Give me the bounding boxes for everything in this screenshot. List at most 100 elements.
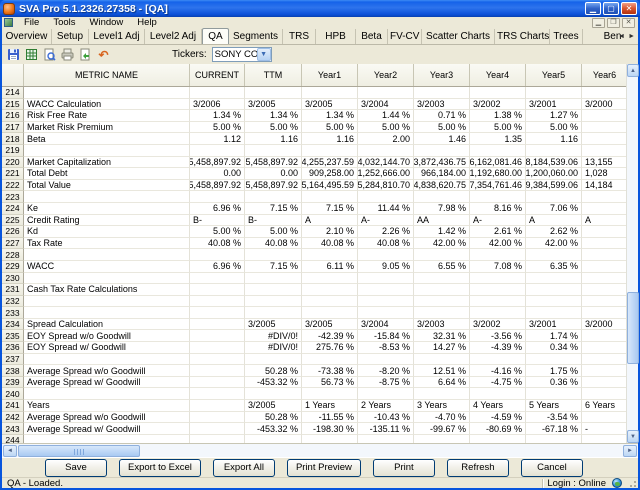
grid-cell[interactable]: 5.00 %	[470, 122, 526, 134]
grid-cell[interactable]: A-	[358, 215, 414, 227]
grid-cell[interactable]: 1.16	[526, 133, 582, 145]
grid-cell[interactable]	[245, 273, 302, 285]
grid-cell[interactable]: 1.34 %	[190, 110, 245, 122]
grid-cell[interactable]: 1.74 %	[526, 330, 582, 342]
grid-cell[interactable]: 42.00 %	[414, 238, 470, 250]
grid-cell[interactable]: -4.39 %	[470, 342, 526, 354]
metric-name-cell[interactable]: Spread Calculation	[24, 319, 190, 331]
grid-cell[interactable]: -42.39 %	[302, 330, 358, 342]
grid-cell[interactable]	[582, 133, 628, 145]
grid-cell[interactable]	[470, 307, 526, 319]
grid-cell[interactable]	[302, 87, 358, 99]
grid-cell[interactable]	[302, 145, 358, 157]
title-bar[interactable]: SVA Pro 5.1.2326.27358 - [QA] ▁ ▢ ✕	[0, 0, 640, 17]
metric-name-cell[interactable]	[24, 388, 190, 400]
metric-name-cell[interactable]: WACC	[24, 261, 190, 273]
grid-cell[interactable]	[582, 284, 628, 296]
grid-cell[interactable]: -15.84 %	[358, 330, 414, 342]
grid-cell[interactable]: 14.27 %	[414, 342, 470, 354]
horizontal-scrollbar[interactable]: ◄ ►	[2, 443, 638, 457]
grid-cell[interactable]	[302, 249, 358, 261]
grid-cell[interactable]: 5.00 %	[245, 226, 302, 238]
grid-cell[interactable]	[414, 273, 470, 285]
grid-cell[interactable]: 6 Years	[582, 400, 628, 412]
row-number[interactable]: 227	[2, 238, 24, 250]
column-header-year3[interactable]: Year3	[414, 64, 470, 86]
grid-cell[interactable]: 40.08 %	[302, 238, 358, 250]
mdi-restore-button[interactable]: ❐	[607, 18, 620, 28]
tab-trs-charts[interactable]: TRS Charts	[495, 29, 550, 44]
column-header-year6[interactable]: Year6	[582, 64, 628, 86]
row-number[interactable]: 231	[2, 284, 24, 296]
grid-cell[interactable]: -4.59 %	[470, 412, 526, 424]
grid-cell[interactable]	[190, 191, 245, 203]
column-header-year2[interactable]: Year2	[358, 64, 414, 86]
grid-cell[interactable]: -4.16 %	[470, 365, 526, 377]
grid-cell[interactable]	[190, 273, 245, 285]
grid-cell[interactable]	[582, 354, 628, 366]
metric-name-cell[interactable]: EOY Spread w/ Goodwill	[24, 342, 190, 354]
row-number[interactable]: 224	[2, 203, 24, 215]
grid-cell[interactable]: 1.42 %	[414, 226, 470, 238]
grid-cell[interactable]: 32.31 %	[414, 330, 470, 342]
grid-cell[interactable]: -135.11 %	[358, 423, 414, 435]
grid-cell[interactable]	[414, 354, 470, 366]
grid-cell[interactable]: B-	[190, 215, 245, 227]
grid-cell[interactable]	[190, 435, 245, 443]
metric-name-cell[interactable]: Years	[24, 400, 190, 412]
minimize-button[interactable]: ▁	[585, 2, 601, 15]
grid-cell[interactable]: 9,384,599.06	[526, 180, 582, 192]
grid-cell[interactable]	[190, 365, 245, 377]
grid-cell[interactable]	[526, 435, 582, 443]
column-header-year5[interactable]: Year5	[526, 64, 582, 86]
tab-hpb[interactable]: HPB	[316, 29, 356, 44]
grid-cell[interactable]: 40.08 %	[245, 238, 302, 250]
metric-name-cell[interactable]: Risk Free Rate	[24, 110, 190, 122]
grid-cell[interactable]	[470, 191, 526, 203]
grid-cell[interactable]	[414, 307, 470, 319]
grid-cell[interactable]: 3/2000	[582, 319, 628, 331]
grid-cell[interactable]: -198.30 %	[302, 423, 358, 435]
grid-cell[interactable]	[526, 284, 582, 296]
grid-cell[interactable]	[302, 435, 358, 443]
grid-cell[interactable]	[358, 145, 414, 157]
undo-icon[interactable]: ↶	[96, 48, 111, 62]
grid-cell[interactable]: 1,252,666.00	[358, 168, 414, 180]
grid-cell[interactable]: 50.28 %	[245, 412, 302, 424]
grid-cell[interactable]	[470, 87, 526, 99]
metric-name-cell[interactable]: Ke	[24, 203, 190, 215]
grid-cell[interactable]: A	[302, 215, 358, 227]
grid-cell[interactable]	[358, 307, 414, 319]
grid-cell[interactable]	[358, 435, 414, 443]
scroll-up-icon[interactable]: ▲	[627, 64, 639, 77]
grid-cell[interactable]: 6.35 %	[526, 261, 582, 273]
grid-cell[interactable]	[245, 145, 302, 157]
grid-cell[interactable]	[582, 412, 628, 424]
grid-cell[interactable]: 5.00 %	[358, 122, 414, 134]
grid-cell[interactable]: 0.36 %	[526, 377, 582, 389]
metric-name-cell[interactable]	[24, 273, 190, 285]
grid-cell[interactable]	[190, 412, 245, 424]
grid-cell[interactable]	[358, 296, 414, 308]
mdi-close-button[interactable]: ✕	[622, 18, 635, 28]
metric-name-cell[interactable]	[24, 191, 190, 203]
grid-cell[interactable]: 7.15 %	[245, 261, 302, 273]
grid-cell[interactable]	[582, 238, 628, 250]
grid-corner-cell[interactable]	[2, 64, 24, 86]
grid-cell[interactable]: A-	[470, 215, 526, 227]
grid-cell[interactable]	[245, 354, 302, 366]
column-header-ttm[interactable]: TTM	[245, 64, 302, 86]
grid-cell[interactable]: 2.10 %	[302, 226, 358, 238]
grid-cell[interactable]: 1.34 %	[245, 110, 302, 122]
tab-overview[interactable]: Overview	[2, 29, 52, 44]
row-number[interactable]: 223	[2, 191, 24, 203]
grid-cell[interactable]	[358, 354, 414, 366]
row-number[interactable]: 236	[2, 342, 24, 354]
grid-cell[interactable]	[526, 307, 582, 319]
grid-cell[interactable]: 1.12	[190, 133, 245, 145]
column-header-year4[interactable]: Year4	[470, 64, 526, 86]
grid-cell[interactable]	[470, 388, 526, 400]
vertical-scroll-thumb[interactable]	[627, 292, 639, 364]
tab-scroll-left-icon[interactable]: ◄	[618, 32, 625, 41]
grid-cell[interactable]: #DIV/0!	[245, 330, 302, 342]
